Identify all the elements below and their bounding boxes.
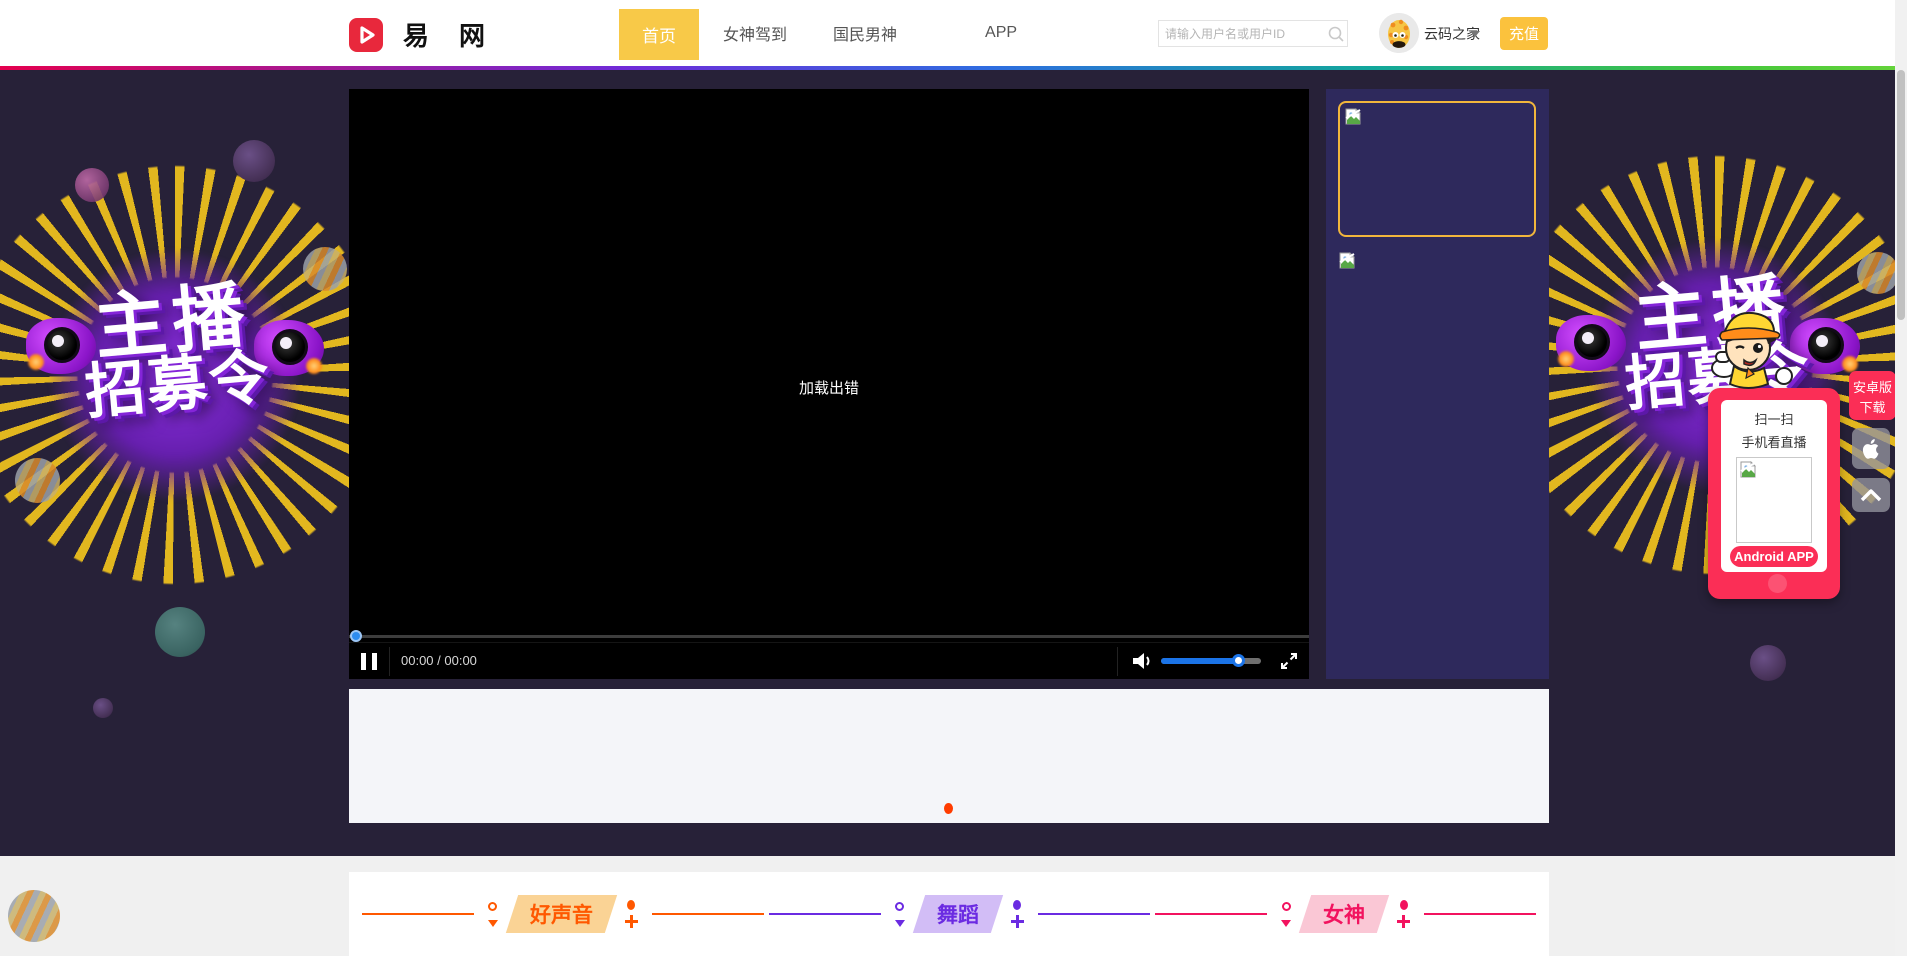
deco-ring-triangle	[895, 902, 905, 927]
back-to-top-button[interactable]	[1852, 478, 1890, 512]
site-title: 易网	[403, 16, 515, 53]
android-download-tab[interactable]: 安卓版 下载	[1849, 371, 1896, 420]
header-gradient-divider	[0, 66, 1907, 70]
recharge-button[interactable]: 充值	[1500, 17, 1548, 50]
chevron-up-icon	[1859, 487, 1883, 503]
sidebar-banner-slot[interactable]	[1338, 101, 1536, 237]
header: 易网 首页 女神驾到 国民男神 APP 云码之家 充值	[0, 0, 1907, 66]
volume-slider[interactable]	[1161, 658, 1261, 664]
deco-ring-triangle	[488, 902, 498, 927]
seek-track[interactable]	[349, 635, 1309, 638]
time-display: 00:00 / 00:00	[401, 653, 477, 668]
video-player[interactable]: 加载出错 00:00 / 00:00	[349, 89, 1309, 679]
qr-panel: 扫一扫 手机看直播 Android APP	[1708, 388, 1840, 599]
divider-line	[1424, 913, 1536, 915]
apple-download-button[interactable]	[1852, 428, 1890, 469]
scan-text-1: 扫一扫	[1721, 409, 1827, 428]
android-app-button[interactable]: Android APP	[1730, 546, 1818, 567]
deco-ball	[1750, 645, 1786, 681]
broken-image-icon	[1339, 252, 1356, 269]
scan-text-2: 手机看直播	[1721, 432, 1827, 451]
seek-handle[interactable]	[350, 630, 362, 642]
seek-bar[interactable]	[349, 630, 1309, 642]
nav-home[interactable]: 首页	[619, 9, 699, 60]
nav-app[interactable]: APP	[985, 24, 1017, 42]
nav-goddess[interactable]: 女神驾到	[723, 21, 787, 45]
play-logo-icon	[349, 18, 383, 52]
avatar[interactable]	[1379, 13, 1419, 53]
divider-line	[362, 913, 474, 915]
category-goddess: 女神	[1155, 895, 1536, 933]
deco-dot-plus	[625, 900, 638, 928]
deco-ball	[303, 247, 347, 291]
deco-ball	[15, 458, 60, 503]
deco-ball	[75, 168, 109, 202]
scrollbar-thumb[interactable]	[1897, 70, 1905, 320]
deco-dot-plus	[1011, 900, 1024, 928]
deco-ball	[155, 607, 205, 657]
giraffe-avatar-image	[1379, 13, 1419, 53]
deco-ball	[233, 140, 275, 182]
banner-carousel[interactable]	[349, 689, 1549, 823]
volume-handle[interactable]	[1232, 654, 1245, 667]
main-nav: 首页 女神驾到 国民男神 APP	[619, 0, 1063, 66]
category-section: 好声音 舞蹈 女神	[0, 856, 1907, 956]
category-goddess-label[interactable]: 女神	[1299, 895, 1389, 933]
left-promo-banner: 主播 招募令	[20, 275, 330, 426]
fullscreen-icon[interactable]	[1279, 651, 1299, 671]
player-controls: 00:00 / 00:00	[349, 642, 1309, 679]
promo-background: 主播 招募令 主播 招募令 加载出错 00:00 / 00:00	[0, 70, 1907, 856]
player-error-text: 加载出错	[349, 377, 1309, 398]
site-logo[interactable]: 易网	[349, 16, 515, 53]
broken-image-icon	[1345, 108, 1362, 125]
deco-ball	[93, 698, 113, 718]
controls-divider	[389, 647, 390, 676]
category-panel: 好声音 舞蹈 女神	[349, 872, 1549, 956]
divider-line	[652, 913, 764, 915]
broken-image-icon	[1740, 461, 1757, 478]
mascot-cartoon	[1686, 296, 1806, 396]
controls-divider	[1117, 647, 1118, 676]
carousel-indicator-dot[interactable]	[944, 803, 953, 814]
search-input[interactable]	[1159, 21, 1326, 46]
category-dance: 舞蹈	[769, 895, 1150, 933]
deco-ball	[8, 890, 60, 942]
live-sidebar	[1326, 89, 1549, 679]
apple-icon	[1858, 434, 1884, 464]
search-box	[1158, 20, 1348, 47]
chevron-down-icon[interactable]	[1470, 31, 1480, 37]
search-icon[interactable]	[1326, 24, 1346, 44]
divider-line	[1155, 913, 1267, 915]
deco-dot-plus	[1397, 900, 1410, 928]
volume-fill	[1161, 658, 1239, 664]
deco-ball	[1857, 252, 1899, 294]
pause-button[interactable]	[361, 653, 377, 670]
volume-icon[interactable]	[1131, 651, 1153, 671]
deco-ring-triangle	[1281, 902, 1291, 927]
divider-line	[1038, 913, 1150, 915]
page-scrollbar[interactable]	[1895, 0, 1907, 956]
qr-card: 扫一扫 手机看直播 Android APP	[1721, 400, 1827, 572]
qr-code-placeholder	[1736, 457, 1812, 543]
category-voice-label[interactable]: 好声音	[505, 895, 616, 933]
panel-deco-dot	[1768, 574, 1787, 593]
category-voice: 好声音	[362, 895, 764, 933]
nav-national-idol[interactable]: 国民男神	[833, 21, 897, 45]
divider-line	[769, 913, 881, 915]
category-dance-label[interactable]: 舞蹈	[913, 895, 1003, 933]
